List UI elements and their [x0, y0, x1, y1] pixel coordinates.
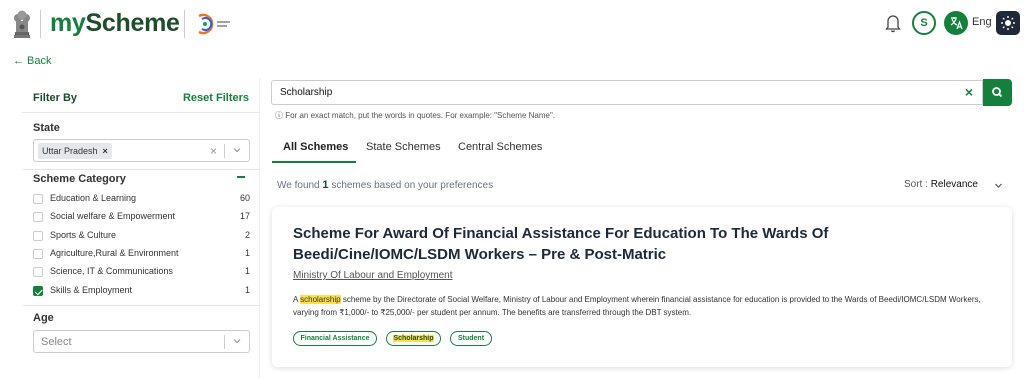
- state-chip-label: Uttar Pradesh: [42, 146, 98, 156]
- filter-sidebar: Filter By Reset Filters State Uttar Prad…: [22, 78, 260, 378]
- state-chip: Uttar Pradesh ×: [38, 143, 112, 159]
- chevron-down-icon[interactable]: [994, 181, 1003, 190]
- category-label: Science, IT & Communications: [50, 266, 173, 276]
- clear-icon[interactable]: ×: [210, 144, 217, 158]
- category-count: 2: [244, 230, 250, 240]
- category-label: Skills & Employment: [50, 285, 133, 295]
- category-item[interactable]: Science, IT & Communications 1: [33, 266, 250, 280]
- age-label: Age: [33, 312, 54, 324]
- ministry-link[interactable]: Ministry Of Labour and Employment: [293, 270, 453, 281]
- tab-state-schemes[interactable]: State Schemes: [366, 141, 441, 153]
- category-count: 1: [244, 285, 250, 295]
- age-select[interactable]: Select: [33, 330, 250, 353]
- category-item[interactable]: Education & Learning 60: [33, 193, 250, 207]
- found-count: 1: [322, 179, 329, 191]
- category-checkbox-checked[interactable]: [33, 286, 43, 296]
- tag-student[interactable]: Student: [450, 331, 492, 346]
- desc-highlight: scholarship: [300, 295, 341, 304]
- category-checkbox[interactable]: [33, 267, 43, 277]
- category-count: 1: [244, 248, 250, 258]
- scheme-tabs: All Schemes State Schemes Central Scheme…: [272, 132, 1012, 163]
- category-label: Sports & Culture: [50, 230, 117, 240]
- category-count: 17: [239, 211, 250, 221]
- search-button[interactable]: [983, 79, 1012, 106]
- category-checkbox[interactable]: [33, 249, 43, 259]
- category-item[interactable]: Sports & Culture 2: [33, 230, 250, 244]
- chevron-down-icon[interactable]: [232, 145, 242, 155]
- found-prefix: We found: [277, 180, 320, 191]
- search-hint: ⓘ For an exact match, put the words in q…: [275, 111, 556, 120]
- results-count-text: We found 1 schemes based on your prefere…: [277, 179, 493, 191]
- state-label: State: [33, 122, 60, 134]
- theme-toggle-button[interactable]: [996, 11, 1020, 35]
- tab-all-schemes[interactable]: All Schemes: [283, 141, 348, 153]
- logo-scheme: Scheme: [85, 9, 180, 37]
- select-separator: [224, 335, 225, 349]
- active-tab-indicator: [272, 161, 356, 163]
- chevron-down-icon[interactable]: [232, 336, 242, 346]
- divider: [22, 169, 260, 170]
- category-count: 1: [244, 266, 250, 276]
- category-label: Education & Learning: [50, 193, 137, 203]
- sort-value: Relevance: [930, 179, 978, 190]
- select-separator: [224, 144, 225, 158]
- myscheme-logo[interactable]: myScheme: [50, 9, 180, 38]
- tag-financial-assistance[interactable]: Financial Assistance: [293, 331, 377, 346]
- back-link[interactable]: ← Back: [13, 55, 52, 67]
- language-label[interactable]: Eng: [972, 16, 992, 28]
- notification-bell-icon[interactable]: [884, 13, 902, 33]
- user-avatar[interactable]: S: [912, 11, 936, 35]
- scheme-title[interactable]: Scheme For Award Of Financial Assistance…: [293, 223, 973, 265]
- category-checkbox[interactable]: [33, 212, 43, 222]
- category-count: 60: [239, 193, 250, 203]
- age-placeholder: Select: [41, 336, 72, 348]
- remove-chip-icon[interactable]: ×: [103, 146, 108, 156]
- scheme-category-label: Scheme Category: [33, 173, 126, 185]
- category-label: Social welfare & Empowerment: [50, 211, 176, 221]
- logo-my: my: [50, 9, 86, 37]
- category-checkbox[interactable]: [33, 194, 43, 204]
- scheme-card[interactable]: Scheme For Award Of Financial Assistance…: [272, 207, 1012, 367]
- category-item[interactable]: Agriculture,Rural & Environment 1: [33, 248, 250, 262]
- category-item[interactable]: Skills & Employment 1: [33, 285, 250, 299]
- clear-search-icon[interactable]: ×: [965, 84, 973, 100]
- sun-icon: [1001, 16, 1015, 30]
- search-icon: [992, 87, 1003, 98]
- sort-dropdown[interactable]: Sort : Relevance: [904, 179, 978, 190]
- state-select[interactable]: Uttar Pradesh × ×: [33, 139, 250, 162]
- category-item[interactable]: Social welfare & Empowerment 17: [33, 211, 250, 225]
- category-checkbox[interactable]: [33, 231, 43, 241]
- search-input[interactable]: Scholarship ×: [271, 80, 983, 105]
- found-suffix: schemes based on your preferences: [331, 180, 494, 191]
- national-emblem-icon: [14, 10, 30, 38]
- digital-india-logo-icon: [198, 13, 230, 35]
- collapse-icon[interactable]: [237, 176, 245, 178]
- scheme-description: A scholarship scheme by the Directorate …: [293, 293, 993, 319]
- divider: [22, 305, 260, 306]
- divider: [22, 112, 260, 113]
- header-divider: [40, 10, 41, 38]
- search-value: Scholarship: [280, 87, 333, 98]
- filter-by-heading: Filter By: [33, 92, 78, 104]
- desc-text: scheme by the Directorate of Social Welf…: [293, 295, 981, 317]
- sort-label: Sort :: [904, 179, 928, 190]
- tab-central-schemes[interactable]: Central Schemes: [458, 141, 542, 153]
- category-label: Agriculture,Rural & Environment: [50, 248, 179, 258]
- tag-scholarship-label: Scholarship: [393, 335, 434, 342]
- tag-scholarship[interactable]: Scholarship: [386, 331, 441, 346]
- language-icon[interactable]: [944, 11, 968, 35]
- top-header: myScheme S Eng: [0, 0, 1024, 48]
- header-divider: [184, 10, 185, 38]
- reset-filters-button[interactable]: Reset Filters: [183, 92, 249, 104]
